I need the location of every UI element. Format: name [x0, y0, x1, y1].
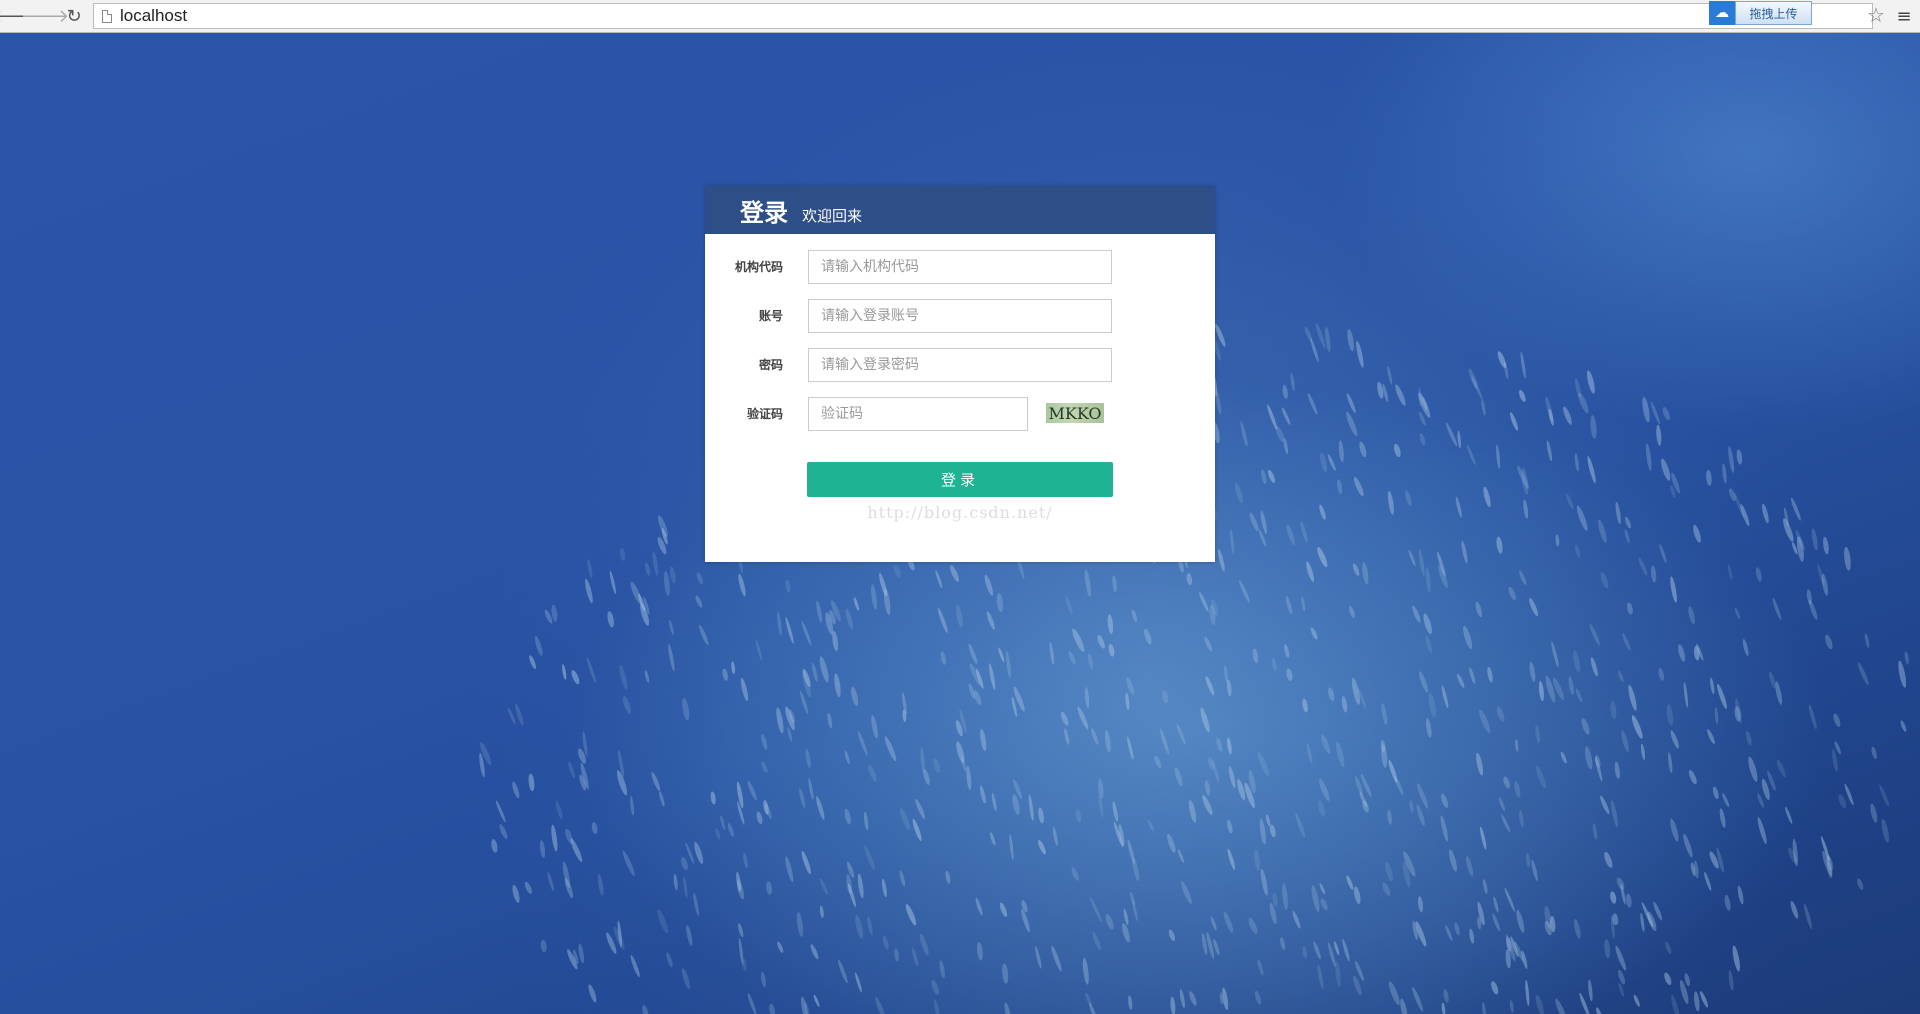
account-label: 账号 [758, 309, 783, 323]
address-bar[interactable]: localhost [93, 3, 1873, 29]
page-viewport: 登录 欢迎回来 机构代码 账号 密码 验证码 MKKO 登录 http://bl… [0, 33, 1920, 1014]
url-text[interactable]: localhost [120, 6, 187, 26]
account-row: 账号 [705, 299, 1215, 333]
page-icon [102, 9, 112, 23]
password-row: 密码 [705, 348, 1215, 382]
cloud-icon: ☁ [1709, 1, 1735, 25]
forward-arrow-icon[interactable]: 🡒 [21, 4, 69, 28]
upload-extension-label: 拖拽上传 [1735, 1, 1812, 25]
captcha-image[interactable]: MKKO [1046, 403, 1104, 423]
captcha-row: 验证码 MKKO [705, 397, 1215, 431]
bookmark-star-icon[interactable]: ☆ [1864, 3, 1888, 27]
captcha-label: 验证码 [746, 407, 783, 421]
login-subtitle: 欢迎回来 [802, 207, 863, 225]
login-title: 登录 [740, 198, 788, 227]
password-label: 密码 [758, 358, 783, 372]
login-panel: 登录 欢迎回来 机构代码 账号 密码 验证码 MKKO 登录 http://bl… [705, 186, 1215, 562]
password-input[interactable] [808, 348, 1112, 382]
login-header: 登录 欢迎回来 [705, 186, 1215, 234]
org-code-label: 机构代码 [734, 260, 783, 274]
browser-menu-icon[interactable]: ≡ [1893, 4, 1915, 28]
upload-extension-button[interactable]: ☁ 拖拽上传 [1709, 1, 1812, 25]
captcha-input[interactable] [808, 397, 1028, 431]
account-input[interactable] [808, 299, 1112, 333]
watermark-text: http://blog.csdn.net/ [867, 503, 1053, 522]
org-code-row: 机构代码 [705, 250, 1215, 284]
login-button[interactable]: 登录 [807, 462, 1113, 497]
reload-icon[interactable]: ↻ [62, 4, 86, 28]
browser-toolbar: 🡐 🡒 ↻ localhost ☁ 拖拽上传 ☆ ≡ [0, 0, 1920, 33]
org-code-input[interactable] [808, 250, 1112, 284]
